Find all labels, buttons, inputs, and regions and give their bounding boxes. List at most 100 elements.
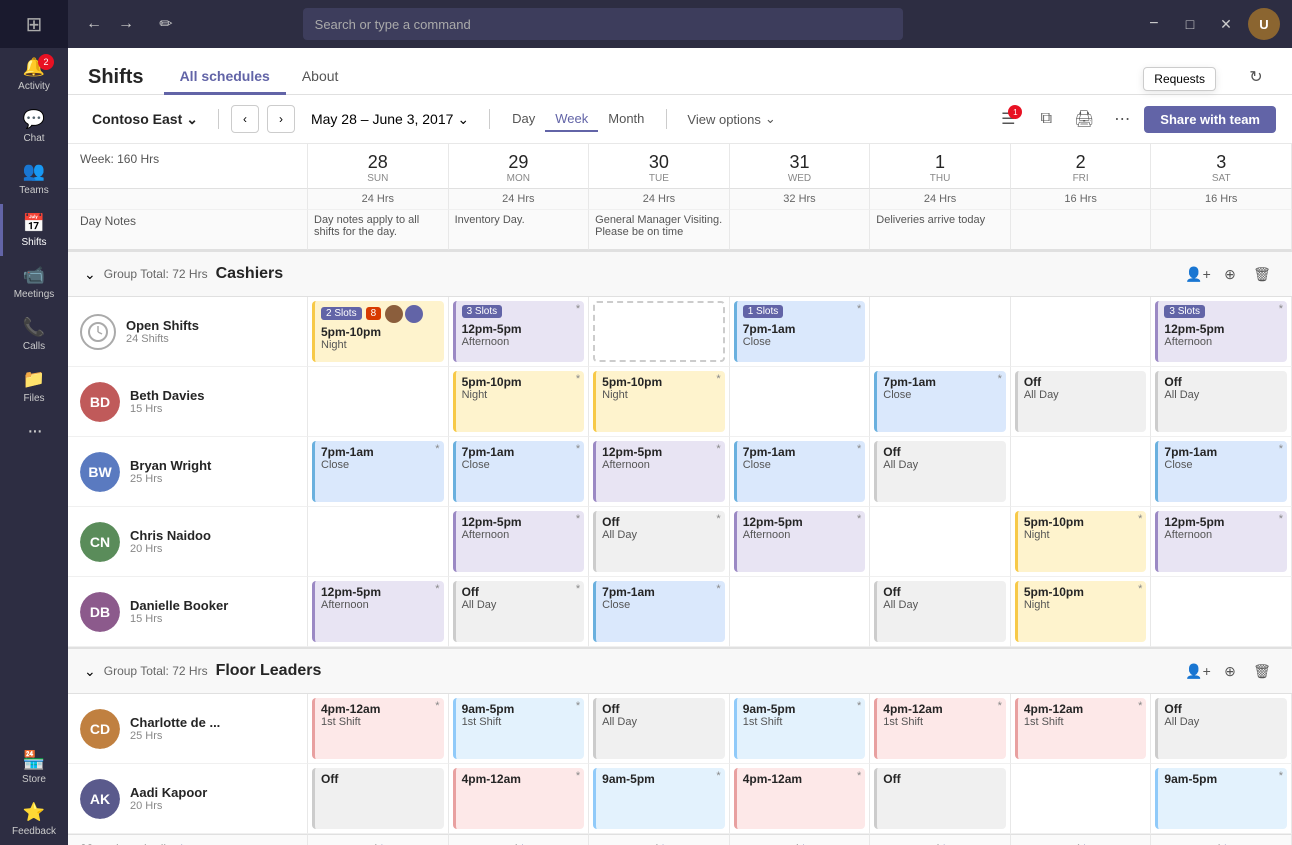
beth-block-tue[interactable]: * 5pm-10pm Night [593,371,725,432]
sidebar-item-store[interactable]: 🏪 Store [12,741,56,793]
aadi-shift-sat[interactable]: * 9am-5pm [1151,764,1292,834]
sidebar-item-meetings[interactable]: 📹 Meetings [0,256,68,308]
aadi-block-sat[interactable]: * 9am-5pm [1155,768,1287,829]
back-button[interactable]: ← [80,10,108,38]
arrange-button-cashiers[interactable]: ⊕ [1216,260,1244,288]
open-shift-block-mon[interactable]: 3 Slots 12pm-5pm Afternoon * [453,301,585,362]
charlotte-block-tue[interactable]: Off All Day [593,698,725,759]
view-tab-month[interactable]: Month [598,107,654,132]
forward-button[interactable]: → [112,10,140,38]
danielle-block-mon[interactable]: * Off All Day [453,581,585,642]
open-shift-thu[interactable] [870,297,1011,367]
sidebar-item-calls[interactable]: 📞 Calls [0,308,68,360]
sidebar-item-chat[interactable]: 💬 Chat [0,100,68,152]
bryan-shift-tue[interactable]: * 12pm-5pm Afternoon [589,437,730,507]
charlotte-shift-sat[interactable]: Off All Day [1151,694,1292,764]
share-button[interactable]: Share with team [1144,106,1276,133]
danielle-shift-mon[interactable]: * Off All Day [449,577,590,647]
tab-all-schedules[interactable]: All schedules [164,60,286,95]
print-button[interactable]: 🖨 [1068,103,1100,135]
open-shift-sat[interactable]: 3 Slots 12pm-5pm Afternoon * [1151,297,1292,367]
sidebar-item-teams[interactable]: 👥 Teams [0,152,68,204]
delete-button-floor-leaders[interactable]: 🗑 [1248,657,1276,685]
arrange-button-floor-leaders[interactable]: ⊕ [1216,657,1244,685]
chris-shift-wed[interactable]: * 12pm-5pm Afternoon [730,507,871,577]
danielle-shift-thu[interactable]: Off All Day [870,577,1011,647]
charlotte-block-mon[interactable]: * 9am-5pm 1st Shift [453,698,585,759]
more-options-button[interactable]: ⋯ [1106,103,1138,135]
bryan-shift-mon[interactable]: * 7pm-1am Close [449,437,590,507]
add-person-button-cashiers[interactable]: 👤+ [1184,260,1212,288]
sidebar-item-files[interactable]: 📁 Files [0,360,68,412]
charlotte-block-sat[interactable]: Off All Day [1155,698,1287,759]
delete-button-cashiers[interactable]: 🗑 [1248,260,1276,288]
sidebar-item-shifts[interactable]: 📅 Shifts [0,204,68,256]
beth-block-fri[interactable]: Off All Day [1015,371,1147,432]
open-shift-wed[interactable]: 1 Slots 7pm-1am Close * [730,297,871,367]
charlotte-block-sun[interactable]: * 4pm-12am 1st Shift [312,698,444,759]
charlotte-block-wed[interactable]: * 9am-5pm 1st Shift [734,698,866,759]
bryan-block-tue[interactable]: * 12pm-5pm Afternoon [593,441,725,502]
sidebar-item-feedback[interactable]: ⭐ Feedback [12,793,56,845]
group-collapse-icon-floor-leaders[interactable]: ⌄ [84,663,96,680]
minimize-button[interactable]: − [1140,10,1168,38]
beth-shift-sun[interactable] [308,367,449,437]
tab-about[interactable]: About [286,60,355,95]
danielle-shift-tue[interactable]: * 7pm-1am Close [589,577,730,647]
chris-shift-mon[interactable]: * 12pm-5pm Afternoon [449,507,590,577]
bryan-shift-sun[interactable]: * 7pm-1am Close [308,437,449,507]
charlotte-shift-thu[interactable]: * 4pm-12am 1st Shift [870,694,1011,764]
beth-shift-wed[interactable] [730,367,871,437]
charlotte-shift-fri[interactable]: * 4pm-12am 1st Shift [1011,694,1152,764]
beth-block-thu[interactable]: * 7pm-1am Close [874,371,1006,432]
copy-button[interactable]: ⧉ [1030,103,1062,135]
aadi-shift-mon[interactable]: * 4pm-12am [449,764,590,834]
schedule-selector[interactable]: Contoso East ⌄ [84,107,206,132]
open-shift-block-sun[interactable]: 2 Slots 8 5pm-10pm Night [312,301,444,362]
aadi-block-thu[interactable]: Off [874,768,1006,829]
open-shift-fri[interactable] [1011,297,1152,367]
chris-shift-fri[interactable]: * 5pm-10pm Night [1011,507,1152,577]
bryan-shift-fri[interactable] [1011,437,1152,507]
beth-shift-tue[interactable]: * 5pm-10pm Night [589,367,730,437]
chris-shift-tue[interactable]: * Off All Day [589,507,730,577]
charlotte-shift-sun[interactable]: * 4pm-12am 1st Shift [308,694,449,764]
view-tab-week[interactable]: Week [545,107,598,132]
charlotte-block-thu[interactable]: * 4pm-12am 1st Shift [874,698,1006,759]
open-shift-block-wed[interactable]: 1 Slots 7pm-1am Close * [734,301,866,362]
add-person-button-floor-leaders[interactable]: 👤+ [1184,657,1212,685]
bryan-shift-wed[interactable]: * 7pm-1am Close [730,437,871,507]
open-shift-sun[interactable]: 2 Slots 8 5pm-10pm Night [308,297,449,367]
chris-block-tue[interactable]: * Off All Day [593,511,725,572]
aadi-block-tue[interactable]: * 9am-5pm [593,768,725,829]
chris-block-mon[interactable]: * 12pm-5pm Afternoon [453,511,585,572]
prev-week-button[interactable]: ‹ [231,105,259,133]
danielle-block-tue[interactable]: * 7pm-1am Close [593,581,725,642]
aadi-shift-fri[interactable] [1011,764,1152,834]
view-options-button[interactable]: View options ⌄ [679,107,783,131]
charlotte-shift-wed[interactable]: * 9am-5pm 1st Shift [730,694,871,764]
danielle-shift-sun[interactable]: * 12pm-5pm Afternoon [308,577,449,647]
bryan-block-sat[interactable]: * 7pm-1am Close [1155,441,1287,502]
charlotte-block-fri[interactable]: * 4pm-12am 1st Shift [1015,698,1147,759]
aadi-shift-tue[interactable]: * 9am-5pm [589,764,730,834]
bryan-block-wed[interactable]: * 7pm-1am Close [734,441,866,502]
sidebar-item-more[interactable]: ··· [0,412,68,450]
danielle-shift-sat[interactable] [1151,577,1292,647]
chris-shift-thu[interactable] [870,507,1011,577]
beth-shift-mon[interactable]: * 5pm-10pm Night [449,367,590,437]
beth-shift-thu[interactable]: * 7pm-1am Close [870,367,1011,437]
open-shift-block-sat[interactable]: 3 Slots 12pm-5pm Afternoon * [1155,301,1287,362]
refresh-button[interactable]: ↻ [1240,61,1272,93]
sidebar-item-activity[interactable]: 🔔 Activity 2 [0,48,68,100]
user-avatar[interactable]: U [1248,8,1280,40]
aadi-block-wed[interactable]: * 4pm-12am [734,768,866,829]
beth-shift-sat[interactable]: Off All Day [1151,367,1292,437]
search-input[interactable] [303,8,903,40]
view-tab-day[interactable]: Day [502,107,545,132]
aadi-block-mon[interactable]: * 4pm-12am [453,768,585,829]
danielle-block-thu[interactable]: Off All Day [874,581,1006,642]
aadi-shift-sun[interactable]: Off [308,764,449,834]
bryan-shift-sat[interactable]: * 7pm-1am Close [1151,437,1292,507]
requests-button[interactable]: ☰ 1 [992,103,1024,135]
